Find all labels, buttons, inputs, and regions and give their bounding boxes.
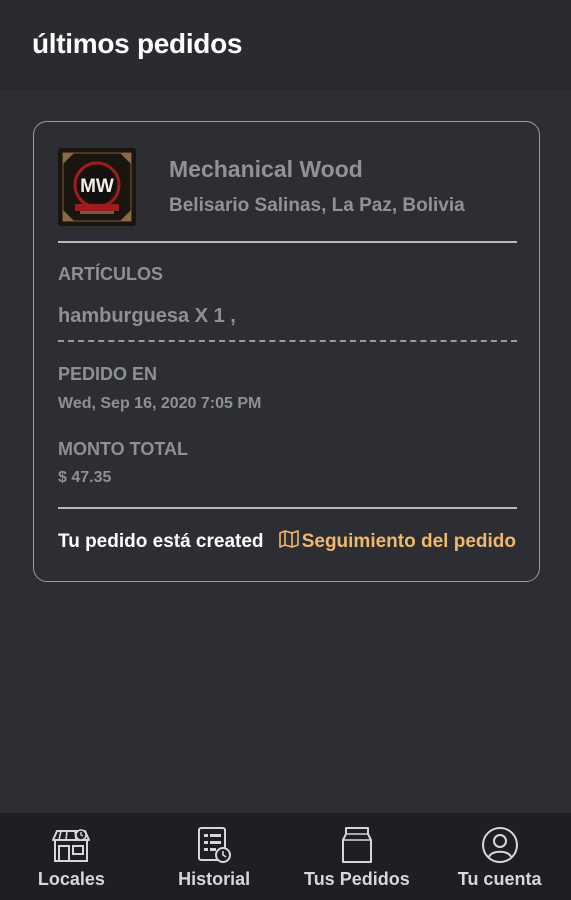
total-label: MONTO TOTAL — [58, 439, 188, 459]
ordered-at-value: Wed, Sep 16, 2020 7:05 PM — [58, 395, 262, 412]
store-name: Mechanical Wood — [169, 156, 363, 182]
account-icon — [480, 825, 520, 865]
app-header: últimos pedidos — [0, 0, 571, 90]
store-logo: MW — [58, 148, 136, 226]
order-status: Tu pedido está created — [58, 531, 264, 552]
divider-dashed — [58, 340, 517, 342]
divider — [58, 241, 517, 243]
track-order-label: Seguimiento del pedido — [301, 531, 516, 552]
nav-item-locales[interactable]: Locales — [0, 813, 143, 900]
map-icon — [278, 530, 302, 554]
page-title: últimos pedidos — [32, 28, 243, 59]
history-icon — [194, 825, 234, 865]
logo-monogram: MW — [80, 176, 114, 197]
items-value: hamburguesa X 1 , — [58, 305, 236, 327]
store-address: Belisario Salinas, La Paz, Bolivia — [169, 195, 465, 216]
nav-label: Historial — [178, 869, 251, 889]
nav-item-historial[interactable]: Historial — [143, 813, 286, 900]
nav-item-tus-pedidos[interactable]: Tus Pedidos — [286, 813, 429, 900]
ordered-at-label: PEDIDO EN — [58, 364, 158, 384]
order-card[interactable]: MW Mechanical Wood Belisario Salinas, La… — [33, 121, 540, 582]
nav-label: Tu cuenta — [457, 869, 542, 889]
track-order-link[interactable]: Seguimiento del pedido — [278, 530, 516, 554]
bottom-nav: Locales Historial Tus Pedidos Tu cuenta — [0, 813, 571, 900]
orders-bag-icon — [337, 825, 377, 865]
nav-label: Locales — [37, 869, 105, 889]
divider — [58, 507, 517, 509]
nav-label: Tus Pedidos — [304, 869, 410, 889]
store-icon — [51, 825, 91, 865]
nav-item-tu-cuenta[interactable]: Tu cuenta — [428, 813, 571, 900]
items-label: ARTÍCULOS — [58, 264, 163, 284]
total-value: $ 47.35 — [58, 469, 112, 486]
